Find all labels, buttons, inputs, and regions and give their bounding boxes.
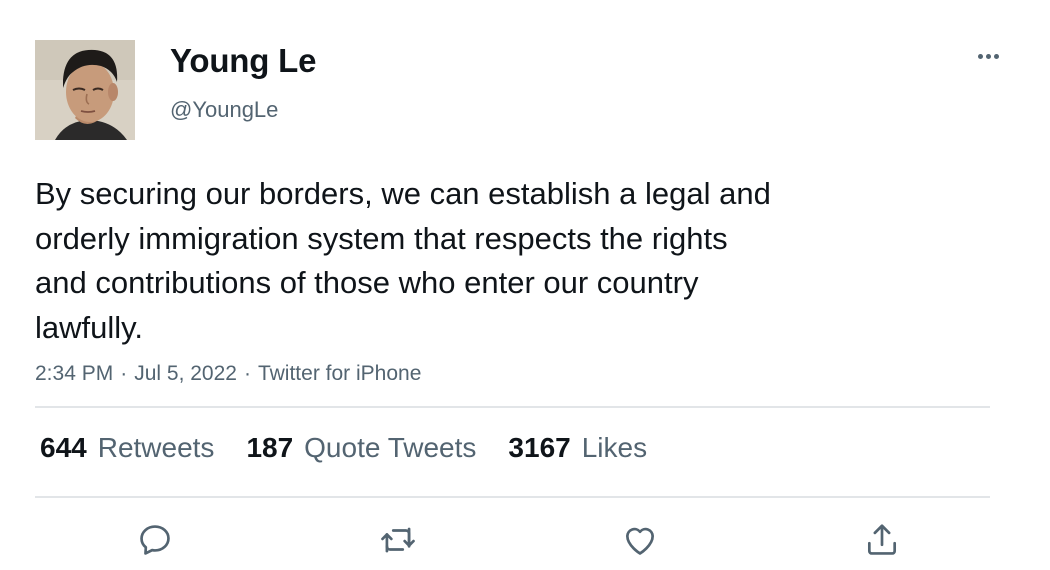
retweets-label: Retweets: [97, 432, 215, 463]
share-icon: [867, 524, 897, 555]
likes-stat[interactable]: 3167 Likes: [508, 432, 647, 464]
quote-tweets-count: 187: [246, 432, 294, 463]
more-options-button[interactable]: [970, 44, 1006, 68]
tweet-time[interactable]: 2:34 PM: [35, 362, 113, 385]
retweets-stat[interactable]: 644 Retweets: [40, 432, 214, 464]
meta-separator: ·: [243, 362, 251, 385]
user-handle[interactable]: @YoungLe: [170, 97, 278, 123]
tweet-stats: 644 Retweets 187 Quote Tweets 3167 Likes: [40, 432, 679, 464]
retweet-button[interactable]: [376, 518, 420, 562]
avatar-portrait-icon: [35, 40, 135, 140]
tweet-source[interactable]: Twitter for iPhone: [258, 362, 421, 385]
divider: [35, 406, 990, 408]
quote-tweets-label: Quote Tweets: [304, 432, 477, 463]
avatar[interactable]: [35, 40, 135, 140]
tweet-text: By securing our borders, we can establis…: [35, 176, 771, 345]
reply-icon: [140, 525, 170, 555]
more-dot-icon: [985, 53, 991, 59]
divider: [35, 496, 990, 498]
more-dot-icon: [977, 53, 983, 59]
retweets-count: 644: [40, 432, 87, 463]
reply-button[interactable]: [133, 518, 177, 562]
tweet-actions: [0, 518, 1050, 562]
tweet-card: Young Le @YoungLe By securing our border…: [0, 0, 1050, 570]
quote-tweets-stat[interactable]: 187 Quote Tweets: [246, 432, 476, 464]
like-button[interactable]: [618, 518, 662, 562]
tweet-date[interactable]: Jul 5, 2022: [134, 362, 237, 385]
heart-icon: [625, 527, 655, 555]
likes-count: 3167: [508, 432, 571, 463]
share-button[interactable]: [860, 518, 904, 562]
more-dot-icon: [993, 53, 999, 59]
tweet-meta: 2:34 PM · Jul 5, 2022 · Twitter for iPhone: [35, 362, 421, 386]
display-name[interactable]: Young Le: [170, 42, 316, 80]
likes-label: Likes: [581, 432, 648, 463]
meta-separator: ·: [120, 362, 128, 385]
retweet-icon: [381, 527, 415, 553]
